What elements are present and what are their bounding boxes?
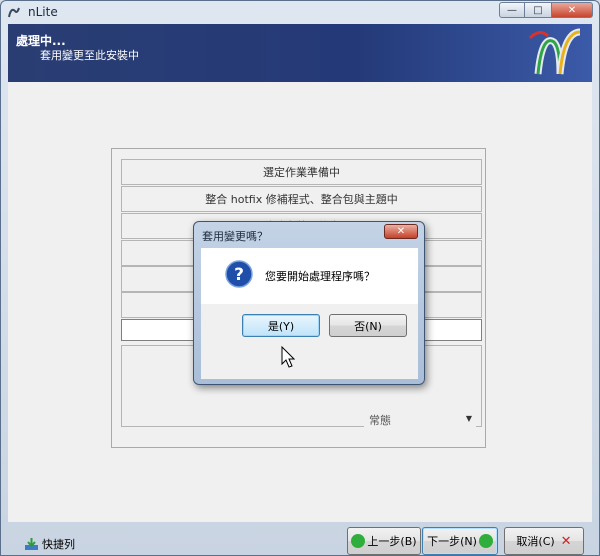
dialog-close-button[interactable]: ✕ — [384, 224, 418, 239]
banner-subtitle: 套用變更至此安裝中 — [40, 49, 139, 62]
close-button[interactable]: ✕ — [551, 2, 593, 18]
cancel-button-label: 取消(C) — [516, 535, 555, 548]
back-arrow-icon — [351, 534, 366, 548]
window-controls: — □ ✕ — [499, 2, 593, 18]
dialog-message: 您要開始處理程序嗎？ — [265, 270, 375, 283]
download-arrow-icon — [25, 538, 38, 550]
cancel-button[interactable]: 取消(C) ✕ — [504, 527, 584, 555]
title-bar[interactable]: nLite — □ ✕ — [1, 1, 599, 23]
no-button[interactable]: 否(N) — [329, 314, 407, 337]
header-banner: 處理中... 套用變更至此安裝中 — [8, 24, 592, 82]
back-button[interactable]: 上一步(B) — [347, 527, 421, 555]
dialog-body: ? 您要開始處理程序嗎？ — [201, 248, 418, 304]
window-title: nLite — [28, 5, 58, 19]
confirm-dialog: 套用變更嗎？ ✕ ? 您要開始處理程序嗎？ 是(Y) 否(N) — [193, 221, 425, 385]
nlite-logo-icon — [8, 7, 20, 18]
priority-select-value: 常態 — [369, 414, 391, 427]
dropdown-arrow-icon: ▼ — [465, 414, 472, 423]
dialog-footer: 是(Y) 否(N) — [201, 304, 418, 379]
step-row: 整合 hotfix 修補程式、整合包與主題中 — [121, 186, 482, 212]
dialog-title: 套用變更嗎？ — [202, 230, 268, 243]
back-button-label: 上一步(B) — [367, 535, 417, 548]
shortcut-label: 快捷列 — [42, 538, 75, 551]
shortcut-link[interactable]: 快捷列 — [24, 536, 75, 552]
yes-button[interactable]: 是(Y) — [242, 314, 320, 337]
svg-text:?: ? — [234, 265, 244, 285]
maximize-button[interactable]: □ — [525, 2, 551, 18]
nlite-banner-logo-icon — [528, 28, 581, 75]
next-arrow-icon — [478, 534, 493, 548]
priority-select[interactable]: 常態 ▼ — [364, 412, 476, 428]
step-row: 選定作業準備中 — [121, 159, 482, 185]
minimize-button[interactable]: — — [499, 2, 525, 18]
question-icon: ? — [225, 260, 253, 288]
next-button[interactable]: 下一步(N) — [422, 527, 498, 555]
mouse-cursor-icon — [281, 346, 295, 368]
bottom-bar: 快捷列 上一步(B) 下一步(N) 取消(C) ✕ — [8, 522, 592, 556]
cancel-x-icon: ✕ — [560, 533, 572, 549]
next-button-label: 下一步(N) — [427, 535, 477, 548]
